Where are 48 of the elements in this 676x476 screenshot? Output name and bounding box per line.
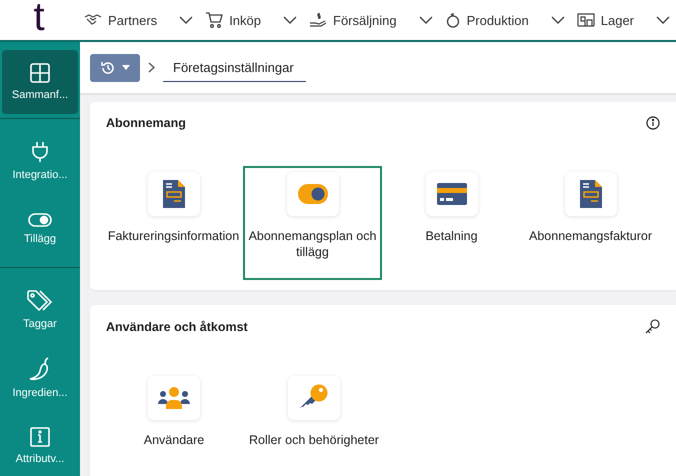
history-icon: [100, 60, 116, 76]
sidebar-item[interactable]: Tillägg: [2, 195, 78, 263]
grid-icon: [30, 63, 50, 83]
settings-tile[interactable]: Användare: [104, 370, 244, 476]
apple-icon: [444, 12, 461, 28]
sidebar-item[interactable]: Taggar: [2, 276, 78, 344]
settings-tile[interactable]: Betalning: [382, 166, 521, 280]
sidebar-item[interactable]: Sammanf...: [2, 50, 78, 114]
toggle-switch-icon: [298, 184, 328, 204]
key-outline-icon[interactable]: [645, 319, 660, 334]
chevron-down-icon: [418, 16, 433, 24]
settings-tile[interactable]: Roller och behörigheter: [244, 370, 384, 476]
chevron-down-icon: [656, 16, 670, 24]
caret-down-icon: [122, 65, 130, 70]
history-button[interactable]: [90, 54, 140, 82]
section-title: Abonnemang: [106, 116, 186, 130]
nav-menu[interactable]: Försäljning: [303, 0, 439, 40]
chevron-right-icon: [148, 62, 155, 73]
invoice-document-icon: [162, 180, 184, 208]
nav-menu[interactable]: Produktion: [438, 0, 571, 40]
nav-menu[interactable]: Partners: [78, 0, 200, 40]
sidebar-item[interactable]: Integratio...: [2, 127, 78, 195]
section-title: Användare och åtkomst: [106, 320, 248, 334]
pepper-icon: [29, 357, 51, 381]
toggle-icon: [28, 213, 52, 227]
warehouse-icon: [576, 13, 595, 27]
handshake-icon: [84, 14, 102, 26]
info-square-icon: [30, 427, 50, 447]
settings-tile[interactable]: Abonnemangsplan och tillägg: [243, 166, 382, 280]
chevron-down-icon: [179, 16, 194, 24]
breadcrumb-item[interactable]: Företagsinställningar: [163, 54, 306, 82]
sidebar-item[interactable]: Ingredien...: [2, 344, 78, 412]
invoice-document-icon: [580, 180, 602, 208]
logo[interactable]: t: [0, 0, 78, 37]
sidebar-item[interactable]: Attributv...: [2, 412, 78, 476]
chevron-down-icon: [283, 16, 297, 24]
credit-card-icon: [436, 183, 466, 205]
hand-money-icon: [309, 12, 327, 28]
plug-icon: [31, 141, 49, 163]
nav-menu[interactable]: Lager: [570, 0, 676, 40]
tags-icon: [27, 290, 53, 312]
cart-icon: [205, 12, 224, 28]
users-icon: [158, 387, 190, 409]
info-icon[interactable]: [646, 116, 660, 130]
settings-tile[interactable]: Faktureringsinformation: [104, 166, 243, 280]
settings-tile[interactable]: Abonnemangsfakturor: [521, 166, 660, 280]
nav-menu[interactable]: Inköp: [199, 0, 303, 40]
chevron-down-icon: [550, 16, 565, 24]
